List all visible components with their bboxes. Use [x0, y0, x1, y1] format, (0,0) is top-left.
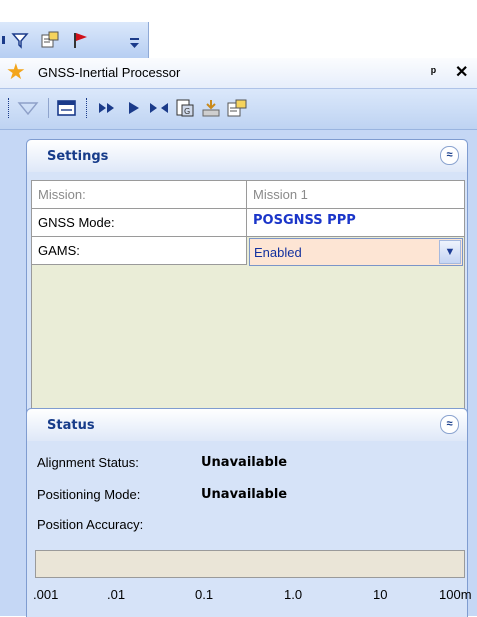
- settings-title: Settings: [47, 149, 109, 164]
- alignment-status-value: Unavailable: [201, 455, 288, 470]
- flag-icon[interactable]: [70, 30, 90, 50]
- window-icon[interactable]: [56, 97, 78, 119]
- panel-toolbar: G: [0, 89, 477, 130]
- status-title: Status: [47, 418, 95, 433]
- gams-select[interactable]: Enabled ▼: [249, 238, 463, 266]
- top-toolbar: [0, 22, 149, 58]
- export-icon[interactable]: [200, 97, 222, 119]
- property-value: Mission 1: [247, 181, 464, 209]
- scale-label: 100m: [439, 587, 472, 602]
- property-row-mission: Mission: Mission 1: [32, 181, 464, 209]
- close-icon[interactable]: ✕: [455, 62, 468, 82]
- alignment-status-label: Alignment Status:: [37, 455, 139, 470]
- toolbar-separator: [86, 98, 89, 118]
- toolbar-separator: [8, 98, 11, 118]
- filter-icon[interactable]: [10, 30, 30, 50]
- toolbar-separator: [48, 98, 51, 118]
- gnss-inertial-processor-panel: ★ GNSS-Inertial Processor ᵖ ✕ G Settings…: [0, 58, 477, 617]
- status-header[interactable]: Status ≈: [27, 409, 467, 441]
- property-label: GAMS:: [32, 237, 247, 265]
- scale-label: .001: [33, 587, 59, 602]
- fast-forward-icon[interactable]: [96, 97, 118, 119]
- positioning-mode-label: Positioning Mode:: [37, 487, 141, 502]
- top-area: [0, 0, 477, 66]
- property-row-gams[interactable]: GAMS: Enabled ▼: [32, 237, 464, 266]
- svg-text:G: G: [184, 107, 190, 116]
- properties-icon[interactable]: [40, 30, 60, 50]
- status-group: Status ≈ Alignment Status: Unavailable P…: [26, 408, 472, 617]
- play-icon[interactable]: [124, 97, 144, 119]
- panel-title: GNSS-Inertial Processor: [38, 65, 181, 80]
- scale-label: 1.0: [284, 587, 303, 602]
- dropdown-icon[interactable]: ▼: [439, 240, 461, 264]
- scale-label: 0.1: [195, 587, 214, 602]
- pin-icon[interactable]: ᵖ: [431, 64, 436, 79]
- report-icon[interactable]: G: [174, 97, 196, 119]
- collapse-icon[interactable]: ≈: [440, 146, 459, 165]
- position-accuracy-label: Position Accuracy:: [37, 517, 144, 532]
- collapse-icon[interactable]: ≈: [440, 415, 459, 434]
- gnss-mode-value[interactable]: POSGNSS PPP: [247, 209, 464, 237]
- settings-header[interactable]: Settings ≈: [27, 140, 467, 172]
- step-icon[interactable]: [148, 97, 170, 119]
- property-label: Mission:: [32, 181, 247, 209]
- toolbar-grip[interactable]: [2, 36, 5, 44]
- settings-icon[interactable]: [226, 97, 248, 119]
- positioning-mode-value: Unavailable: [201, 487, 288, 502]
- scale-label: 10: [373, 587, 388, 602]
- star-icon: ★: [6, 59, 26, 84]
- overflow-icon[interactable]: [128, 34, 142, 50]
- property-label: GNSS Mode:: [32, 209, 247, 237]
- property-row-gnss-mode[interactable]: GNSS Mode: POSGNSS PPP: [32, 209, 464, 237]
- panel-titlebar: ★ GNSS-Inertial Processor ᵖ ✕: [0, 58, 477, 89]
- scale-label: .01: [107, 587, 126, 602]
- position-accuracy-bar: [35, 550, 465, 578]
- back-icon[interactable]: [16, 97, 42, 119]
